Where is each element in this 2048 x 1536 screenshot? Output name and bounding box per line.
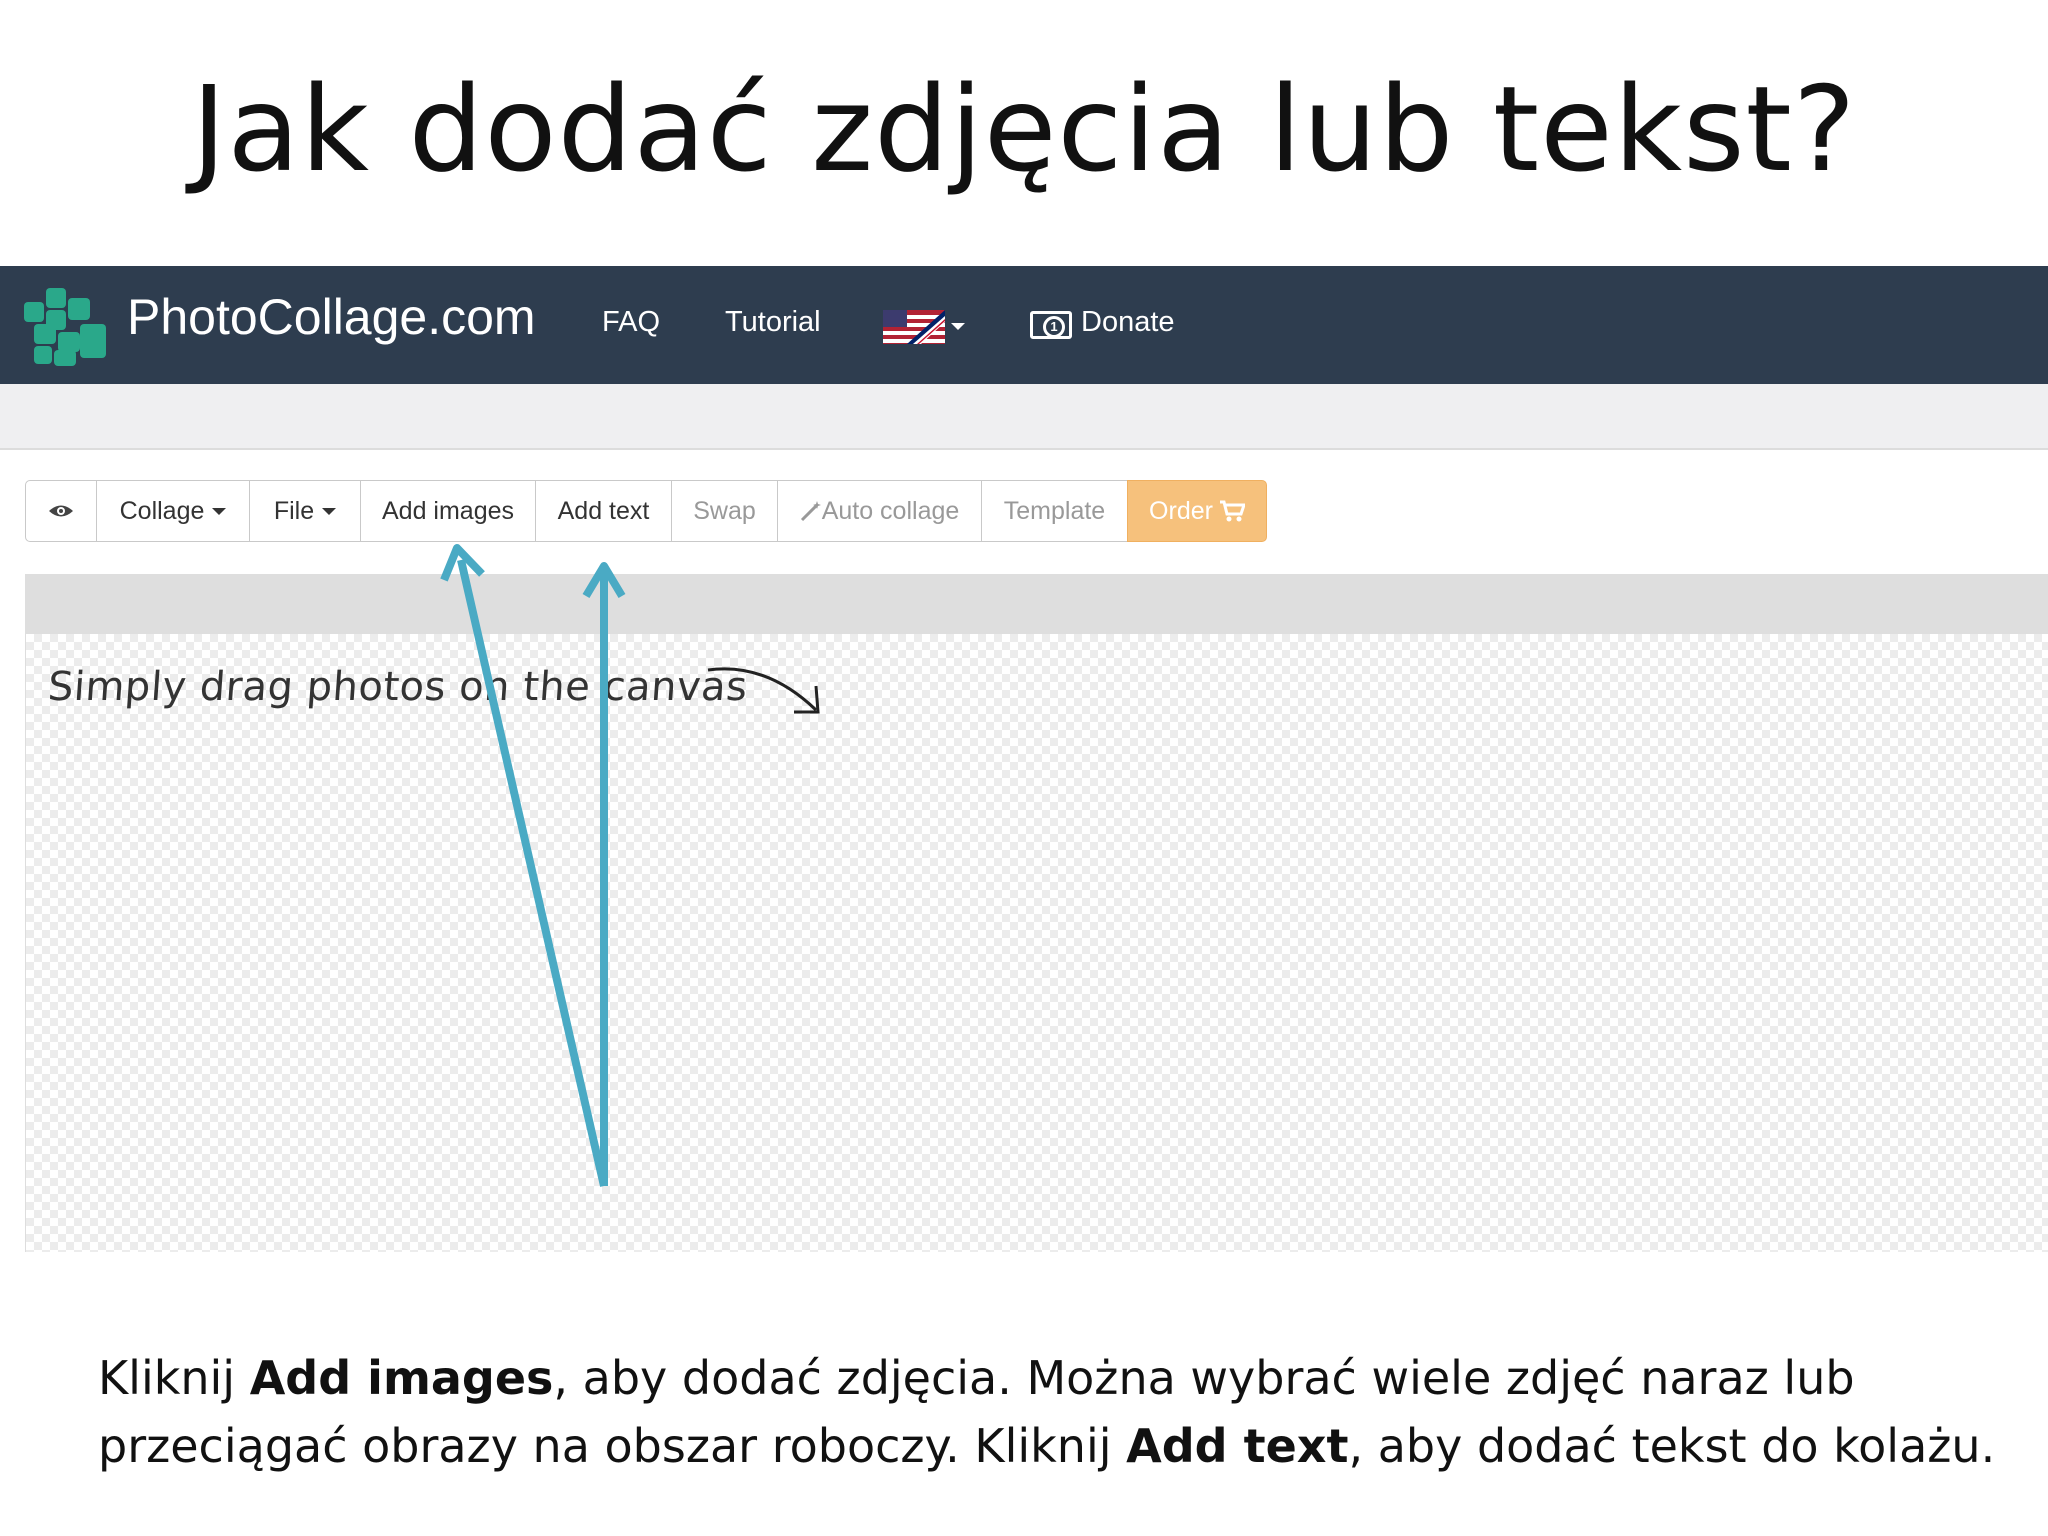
- curved-arrow-icon: [707, 667, 820, 714]
- auto-collage-label: Auto collage: [821, 496, 960, 525]
- template-button[interactable]: Template: [981, 480, 1128, 542]
- preview-button[interactable]: [25, 480, 97, 542]
- us-uk-flag-icon[interactable]: [883, 310, 945, 344]
- canvas-header: [25, 574, 2048, 634]
- nav-tutorial[interactable]: Tutorial: [725, 306, 821, 339]
- caption-add-text: Add text: [1126, 1419, 1349, 1473]
- order-button[interactable]: Order: [1127, 480, 1267, 542]
- money-bill-icon[interactable]: 1: [1030, 311, 1072, 339]
- file-dropdown[interactable]: File: [249, 480, 361, 542]
- chevron-down-icon[interactable]: [951, 323, 965, 330]
- collage-label: Collage: [119, 496, 205, 525]
- collage-dropdown[interactable]: Collage: [96, 480, 250, 542]
- caption-part-1: Kliknij: [98, 1351, 250, 1405]
- file-label: File: [273, 496, 315, 525]
- collage-canvas[interactable]: Simply drag photos on the canvas: [25, 634, 2048, 1252]
- cart-icon: [1219, 500, 1245, 522]
- swap-button[interactable]: Swap: [671, 480, 778, 542]
- auto-collage-button[interactable]: Auto collage: [777, 480, 982, 542]
- order-label: Order: [1149, 496, 1213, 525]
- chevron-down-icon: [212, 507, 227, 515]
- add-text-button[interactable]: Add text: [535, 480, 672, 542]
- caption-add-images: Add images: [249, 1351, 554, 1405]
- sub-header-bar: [0, 384, 2048, 450]
- app-screenshot: PhotoCollage.com FAQ Tutorial 1 Donate C…: [0, 266, 2048, 1254]
- navbar: PhotoCollage.com FAQ Tutorial 1 Donate: [0, 266, 2048, 384]
- slide-title: Jak dodać zdjęcia lub tekst?: [191, 60, 1857, 198]
- nav-donate[interactable]: Donate: [1081, 306, 1175, 339]
- chevron-down-icon: [322, 507, 337, 515]
- slide-caption: Kliknij Add images, aby dodać zdjęcia. M…: [98, 1344, 1998, 1480]
- magic-wand-icon: [800, 501, 821, 522]
- caption-part-3: , aby dodać tekst do kolażu.: [1348, 1419, 1996, 1473]
- photocollage-logo-icon[interactable]: [24, 288, 108, 366]
- editor-toolbar: Collage File Add images Add text Swap Au…: [25, 480, 1267, 542]
- brand-link[interactable]: PhotoCollage.com: [127, 288, 536, 346]
- add-images-button[interactable]: Add images: [360, 480, 536, 542]
- drag-hint-text: Simply drag photos on the canvas: [46, 664, 750, 710]
- eye-icon: [49, 505, 73, 517]
- nav-faq[interactable]: FAQ: [602, 306, 660, 339]
